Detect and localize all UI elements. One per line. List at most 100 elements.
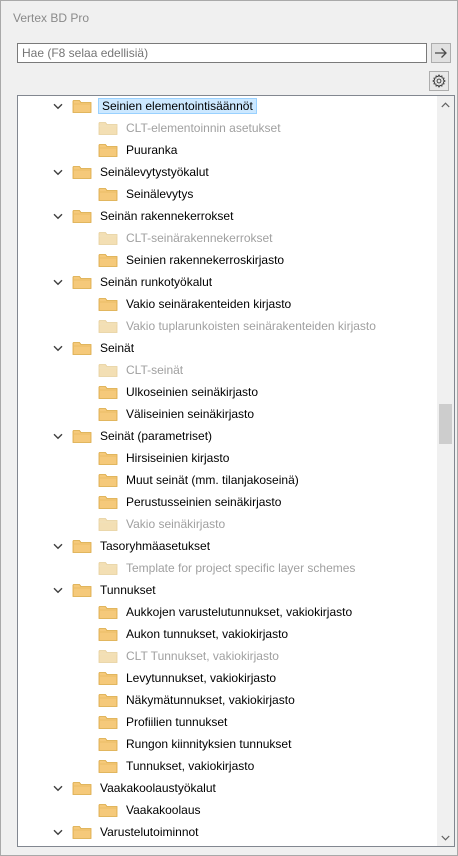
tree-node-label: CLT-seinärakennekerrokset — [126, 231, 273, 245]
tree-node-label: Template for project specific layer sche… — [126, 561, 356, 575]
tree-node-label: Näkymätunnukset, vakiokirjasto — [126, 693, 295, 707]
tree-item-node[interactable]: Seinälevytys — [98, 184, 195, 204]
scroll-down-button[interactable] — [437, 829, 454, 846]
tree-item-node[interactable]: Rungon kiinnityksien tunnukset — [98, 734, 293, 754]
tree-item-node[interactable]: Näkymätunnukset, vakiokirjasto — [98, 690, 297, 710]
folder-icon — [72, 274, 92, 290]
expand-toggle[interactable] — [52, 782, 64, 794]
tree-item-node[interactable]: Aukon tunnukset, vakiokirjasto — [98, 624, 290, 644]
gear-icon — [432, 74, 446, 88]
tree-item-node[interactable]: Väliseinien seinäkirjasto — [98, 404, 256, 424]
chevron-up-icon — [441, 101, 450, 107]
tree-node-label: Seinät — [100, 341, 135, 355]
tree-item-node[interactable]: Seinien rakennekerroskirjasto — [98, 250, 286, 270]
folder-icon — [98, 384, 118, 400]
tree-node-label: Vakio seinäkirjasto — [126, 517, 226, 531]
tree-node-label: Hirsiseinien kirjasto — [126, 451, 230, 465]
folder-icon — [98, 758, 118, 774]
folder-icon — [72, 824, 92, 840]
expand-toggle[interactable] — [52, 100, 64, 112]
tree-view[interactable]: Seinien elementointisäännöt CLT-elementoi… — [17, 95, 455, 847]
expand-toggle[interactable] — [52, 342, 64, 354]
folder-icon — [98, 120, 118, 136]
folder-icon — [98, 362, 118, 378]
tree-node-label: Seinälevytystyökalut — [100, 165, 209, 179]
tree-item-node[interactable]: Vakio tuplarunkoisten seinärakenteiden k… — [98, 316, 378, 336]
go-button[interactable] — [431, 43, 451, 63]
folder-icon — [98, 604, 118, 620]
tree-folder-node[interactable]: Seinälevytystyökalut — [53, 162, 211, 182]
tree-item-node[interactable]: CLT-seinärakennekerrokset — [98, 228, 275, 248]
tree-item-node[interactable]: Puuranka — [98, 140, 179, 160]
tree-folder-node[interactable]: Seinän runkotyökalut — [53, 272, 214, 292]
expand-toggle[interactable] — [52, 210, 64, 222]
tree-node-label: Vaakakoolaustyökalut — [100, 781, 216, 795]
search-row — [17, 43, 455, 65]
tree-item-node[interactable]: CLT Tunnukset, vakiokirjasto — [98, 646, 281, 666]
tree-folder-node[interactable]: Vaakakoolaustyökalut — [53, 778, 218, 798]
chevron-down-icon — [53, 829, 63, 835]
scroll-up-button[interactable] — [437, 96, 454, 113]
tree-node-label: Vakio tuplarunkoisten seinärakenteiden k… — [126, 319, 376, 333]
tree-node-label: Puuranka — [126, 143, 178, 157]
title-bar: Vertex BD Pro — [1, 1, 457, 37]
tree-item-node[interactable]: Vakio seinärakenteiden kirjasto — [98, 294, 293, 314]
folder-icon — [98, 472, 118, 488]
tree-node-label: Aukkojen varustelutunnukset, vakiokirjas… — [126, 605, 353, 619]
search-input[interactable] — [17, 43, 427, 63]
expand-toggle[interactable] — [52, 276, 64, 288]
tree-node-label: Seinän rakennekerrokset — [100, 209, 234, 223]
chevron-down-icon — [53, 433, 63, 439]
tree-item-node[interactable]: Ulkoseinien seinäkirjasto — [98, 382, 260, 402]
scroll-thumb[interactable] — [439, 404, 452, 444]
settings-button[interactable] — [429, 71, 449, 91]
chevron-down-icon — [53, 345, 63, 351]
tree-folder-node[interactable]: Seinät (parametriset) — [53, 426, 214, 446]
chevron-down-icon — [53, 169, 63, 175]
chevron-down-icon — [53, 543, 63, 549]
tree-node-label: Seinien elementointisäännöt — [98, 98, 257, 114]
tree-item-node[interactable]: Template for project specific layer sche… — [98, 558, 357, 578]
tree-item-node[interactable]: CLT-seinät — [98, 360, 185, 380]
tree-item-node[interactable]: Vakio seinäkirjasto — [98, 514, 227, 534]
expand-toggle[interactable] — [52, 430, 64, 442]
tree-folder-node[interactable]: Seinän rakennekerrokset — [53, 206, 235, 226]
folder-icon — [98, 296, 118, 312]
tree-folder-node[interactable]: Seinät — [53, 338, 136, 358]
window-title: Vertex BD Pro — [13, 11, 90, 25]
tree-item-node[interactable]: Perustusseinien seinäkirjasto — [98, 492, 283, 512]
tree-item-node[interactable]: Aukkojen varustelutunnukset, vakiokirjas… — [98, 602, 354, 622]
folder-icon — [98, 450, 118, 466]
tree-folder-node[interactable]: Seinien elementointisäännöt — [53, 96, 257, 116]
tree-item-node[interactable]: Muut seinät (mm. tilanjakoseinä) — [98, 470, 301, 490]
folder-icon — [98, 670, 118, 686]
tree-node-label: Aukon tunnukset, vakiokirjasto — [126, 627, 289, 641]
expand-toggle[interactable] — [52, 166, 64, 178]
tree-item-node[interactable]: Hirsiseinien kirjasto — [98, 448, 231, 468]
folder-icon — [72, 780, 92, 796]
expand-toggle[interactable] — [52, 540, 64, 552]
tree-item-node[interactable]: Vaakakoolaus — [98, 800, 203, 820]
tree-node-label: CLT-elementoinnin asetukset — [126, 121, 281, 135]
tree-folder-node[interactable]: Tasoryhmäasetukset — [53, 536, 212, 556]
tree-content: Seinien elementointisäännöt CLT-elementoi… — [18, 96, 438, 846]
tree-item-node[interactable]: Levytunnukset, vakiokirjasto — [98, 668, 278, 688]
folder-icon — [98, 736, 118, 752]
tree-item-node[interactable]: CLT-elementoinnin asetukset — [98, 118, 283, 138]
expand-toggle[interactable] — [52, 584, 64, 596]
vertical-scrollbar[interactable] — [437, 96, 454, 846]
folder-icon — [98, 802, 118, 818]
tree-item-node[interactable]: Profiilien tunnukset — [98, 712, 229, 732]
tree-item-node[interactable]: Tunnukset, vakiokirjasto — [98, 756, 256, 776]
folder-icon — [72, 208, 92, 224]
expand-toggle[interactable] — [52, 826, 64, 838]
folder-icon — [98, 252, 118, 268]
folder-icon — [98, 714, 118, 730]
chevron-down-icon — [53, 279, 63, 285]
tree-folder-node[interactable]: Tunnukset — [53, 580, 158, 600]
tree-folder-node[interactable]: Varustelutoiminnot — [53, 822, 201, 842]
chevron-down-icon — [53, 587, 63, 593]
arrow-right-icon — [435, 48, 447, 58]
tree-node-label: Seinän runkotyökalut — [100, 275, 213, 289]
folder-icon — [72, 428, 92, 444]
